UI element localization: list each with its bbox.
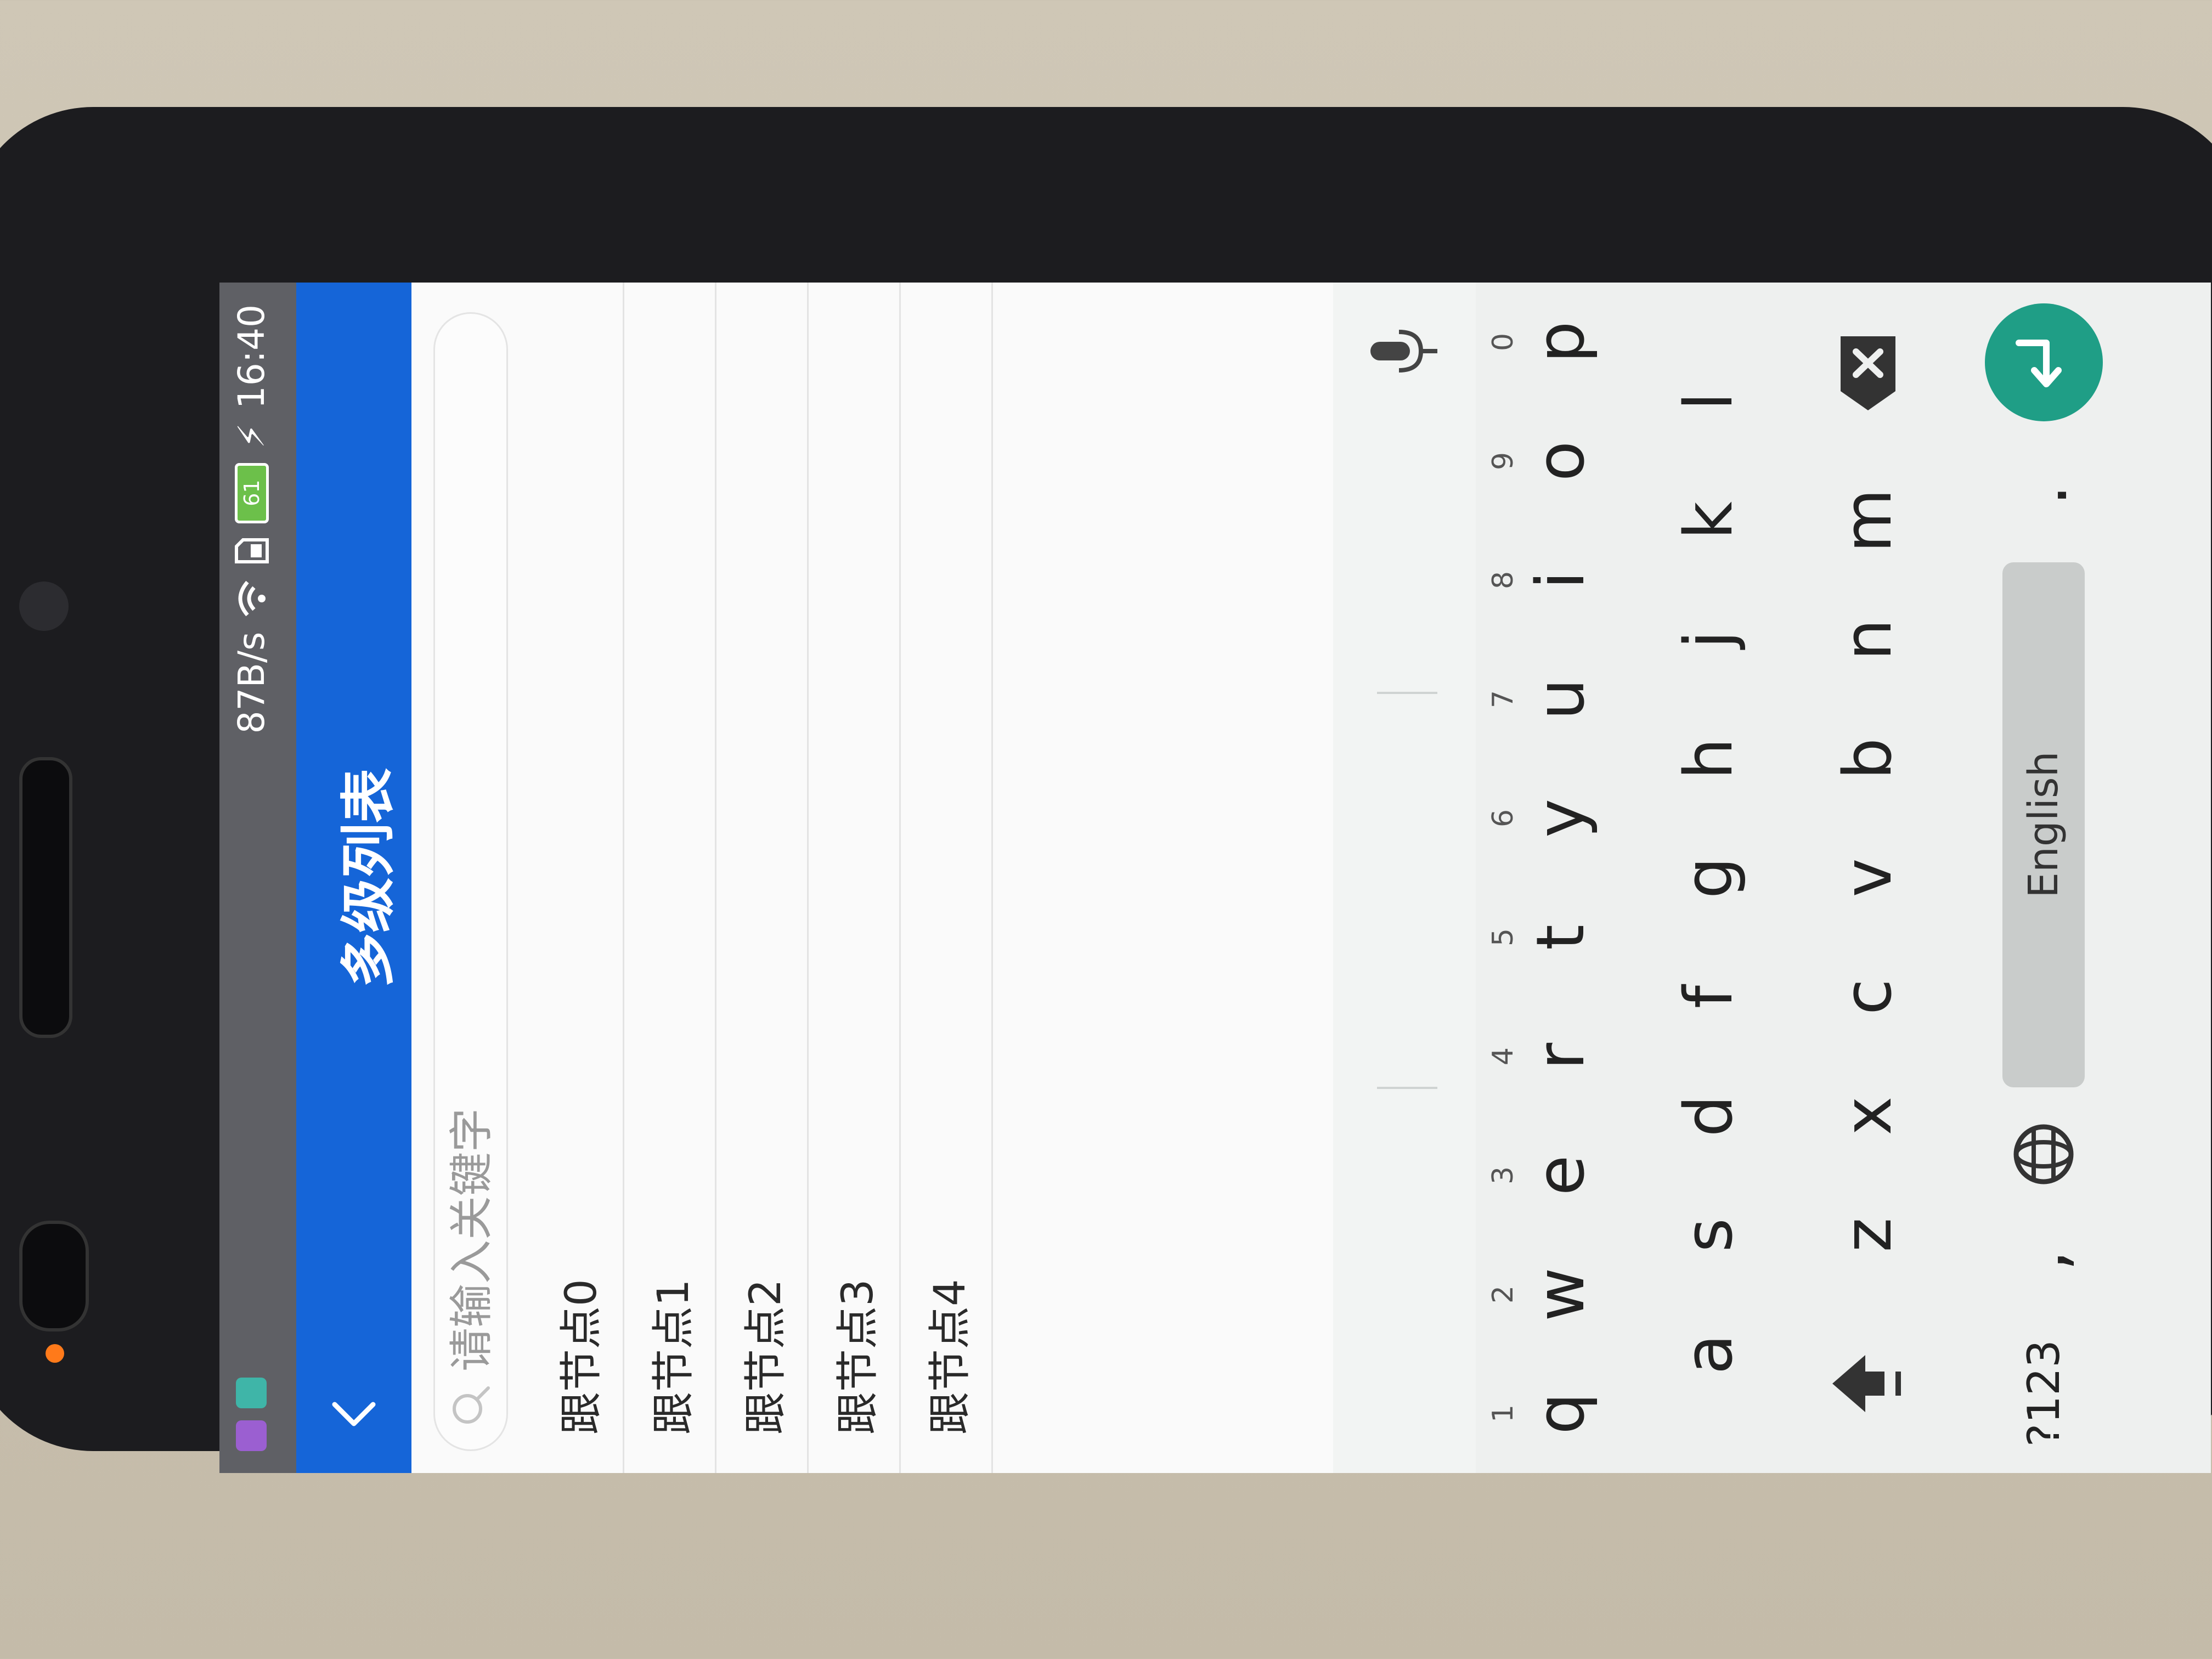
key-q[interactable]: 1q: [1476, 1354, 1624, 1473]
keyboard-row-1: 1q 2w 3e 4r 5t 6y 7u 8i 9o 0p: [1476, 283, 1624, 1473]
key-k[interactable]: k: [1640, 461, 1778, 580]
earpiece-speaker: [19, 757, 72, 1038]
enter-button[interactable]: [1984, 303, 2103, 421]
key-e[interactable]: 3e: [1476, 1116, 1624, 1235]
symbols-key[interactable]: ?123: [1975, 1313, 2112, 1473]
microphone-icon[interactable]: [1366, 321, 1443, 381]
search-area: [411, 283, 532, 1473]
charging-icon: ⚡: [230, 423, 273, 449]
key-x[interactable]: x: [1799, 1057, 1937, 1176]
search-icon: [453, 1386, 490, 1424]
list-item[interactable]: 跟节点3: [809, 283, 901, 1473]
wifi-icon: [238, 580, 266, 616]
key-u[interactable]: 7u: [1476, 640, 1624, 759]
network-speed: 87B/s: [230, 631, 273, 734]
keyboard-row-4: ?123 , English .: [1975, 283, 2112, 1473]
front-camera: [19, 582, 69, 631]
delete-key[interactable]: [1799, 283, 1937, 461]
enter-key[interactable]: [1975, 283, 2112, 442]
key-h[interactable]: h: [1640, 699, 1778, 818]
clock: 16:40: [230, 304, 273, 409]
list-item-label: 跟节点2: [741, 1279, 791, 1435]
language-key[interactable]: [1975, 1101, 2112, 1207]
search-input[interactable]: [443, 438, 499, 1373]
space-bar-label: English: [2002, 562, 2085, 1087]
list-item-label: 跟节点4: [925, 1279, 975, 1435]
key-z[interactable]: z: [1799, 1176, 1937, 1295]
key-a[interactable]: a: [1640, 1295, 1778, 1414]
key-g[interactable]: g: [1640, 818, 1778, 937]
key-n[interactable]: n: [1799, 580, 1937, 699]
suggestion-divider: [1377, 1087, 1437, 1089]
list-item-label: 跟节点3: [833, 1279, 883, 1435]
key-c[interactable]: c: [1799, 938, 1937, 1057]
shift-icon: [1832, 1355, 1901, 1413]
key-p[interactable]: 0p: [1476, 283, 1624, 402]
keyboard-row-2: a s d f g h j k l: [1640, 283, 1778, 1473]
comma-key[interactable]: ,: [1975, 1207, 2112, 1314]
message-notification-icon: [236, 1378, 267, 1408]
key-s[interactable]: s: [1640, 1176, 1778, 1295]
key-d[interactable]: d: [1640, 1057, 1778, 1176]
key-m[interactable]: m: [1799, 461, 1937, 580]
status-indicators: 87B/s 61 ⚡ 16:40: [230, 304, 273, 733]
key-o[interactable]: 9o: [1476, 402, 1624, 521]
phone-frame: 87B/s 61 ⚡ 16:40 多级列表 请输入关键字 跟节点0 跟节点1 跟…: [0, 107, 2212, 1473]
battery-icon: 61: [234, 462, 269, 523]
key-j[interactable]: j: [1640, 580, 1778, 699]
sim-icon: [234, 538, 269, 563]
key-f[interactable]: f: [1640, 938, 1778, 1057]
key-r[interactable]: 4r: [1476, 997, 1624, 1116]
tree-list: 跟节点0 跟节点1 跟节点2 跟节点3 跟节点4: [532, 283, 993, 1473]
list-item[interactable]: 跟节点4: [901, 283, 993, 1473]
enter-arrow-icon: [2016, 340, 2062, 388]
backspace-icon: [1841, 336, 1895, 410]
key-b[interactable]: b: [1799, 699, 1937, 819]
key-i[interactable]: 8i: [1476, 521, 1624, 640]
space-key[interactable]: English: [1975, 548, 2112, 1101]
period-key[interactable]: .: [1975, 442, 2112, 549]
status-bar: 87B/s 61 ⚡ 16:40: [219, 283, 296, 1473]
notification-icons: [236, 1378, 267, 1451]
keyboard-row-3: z x c v b n m: [1799, 283, 1937, 1473]
suggestion-strip: [1333, 283, 1476, 1473]
screen: 87B/s 61 ⚡ 16:40 多级列表 请输入关键字 跟节点0 跟节点1 跟…: [219, 283, 2211, 1473]
list-item[interactable]: 跟节点1: [624, 283, 716, 1473]
key-v[interactable]: v: [1799, 819, 1937, 938]
search-box[interactable]: [433, 312, 508, 1451]
key-l[interactable]: l: [1640, 342, 1778, 461]
key-y[interactable]: 6y: [1476, 759, 1624, 878]
screen-viewport: 87B/s 61 ⚡ 16:40 多级列表 请输入关键字 跟节点0 跟节点1 跟…: [219, 283, 2211, 1473]
app-bar: 多级列表: [296, 283, 411, 1473]
key-w[interactable]: 2w: [1476, 1235, 1624, 1354]
suggestion-divider: [1377, 692, 1437, 694]
globe-icon: [2013, 1124, 2074, 1184]
app-notification-icon: [236, 1420, 267, 1451]
list-item[interactable]: 跟节点2: [716, 283, 809, 1473]
notification-led: [46, 1344, 64, 1363]
page-title: 多级列表: [336, 768, 400, 988]
list-item-label: 跟节点0: [556, 1279, 606, 1435]
shift-key[interactable]: [1799, 1295, 1937, 1474]
key-t[interactable]: 5t: [1476, 878, 1624, 997]
proximity-sensor: [19, 1221, 89, 1331]
list-item[interactable]: 跟节点0: [532, 283, 624, 1473]
list-item-label: 跟节点1: [648, 1279, 698, 1435]
soft-keyboard: 1q 2w 3e 4r 5t 6y 7u 8i 9o 0p a s d f g: [1333, 283, 2211, 1473]
